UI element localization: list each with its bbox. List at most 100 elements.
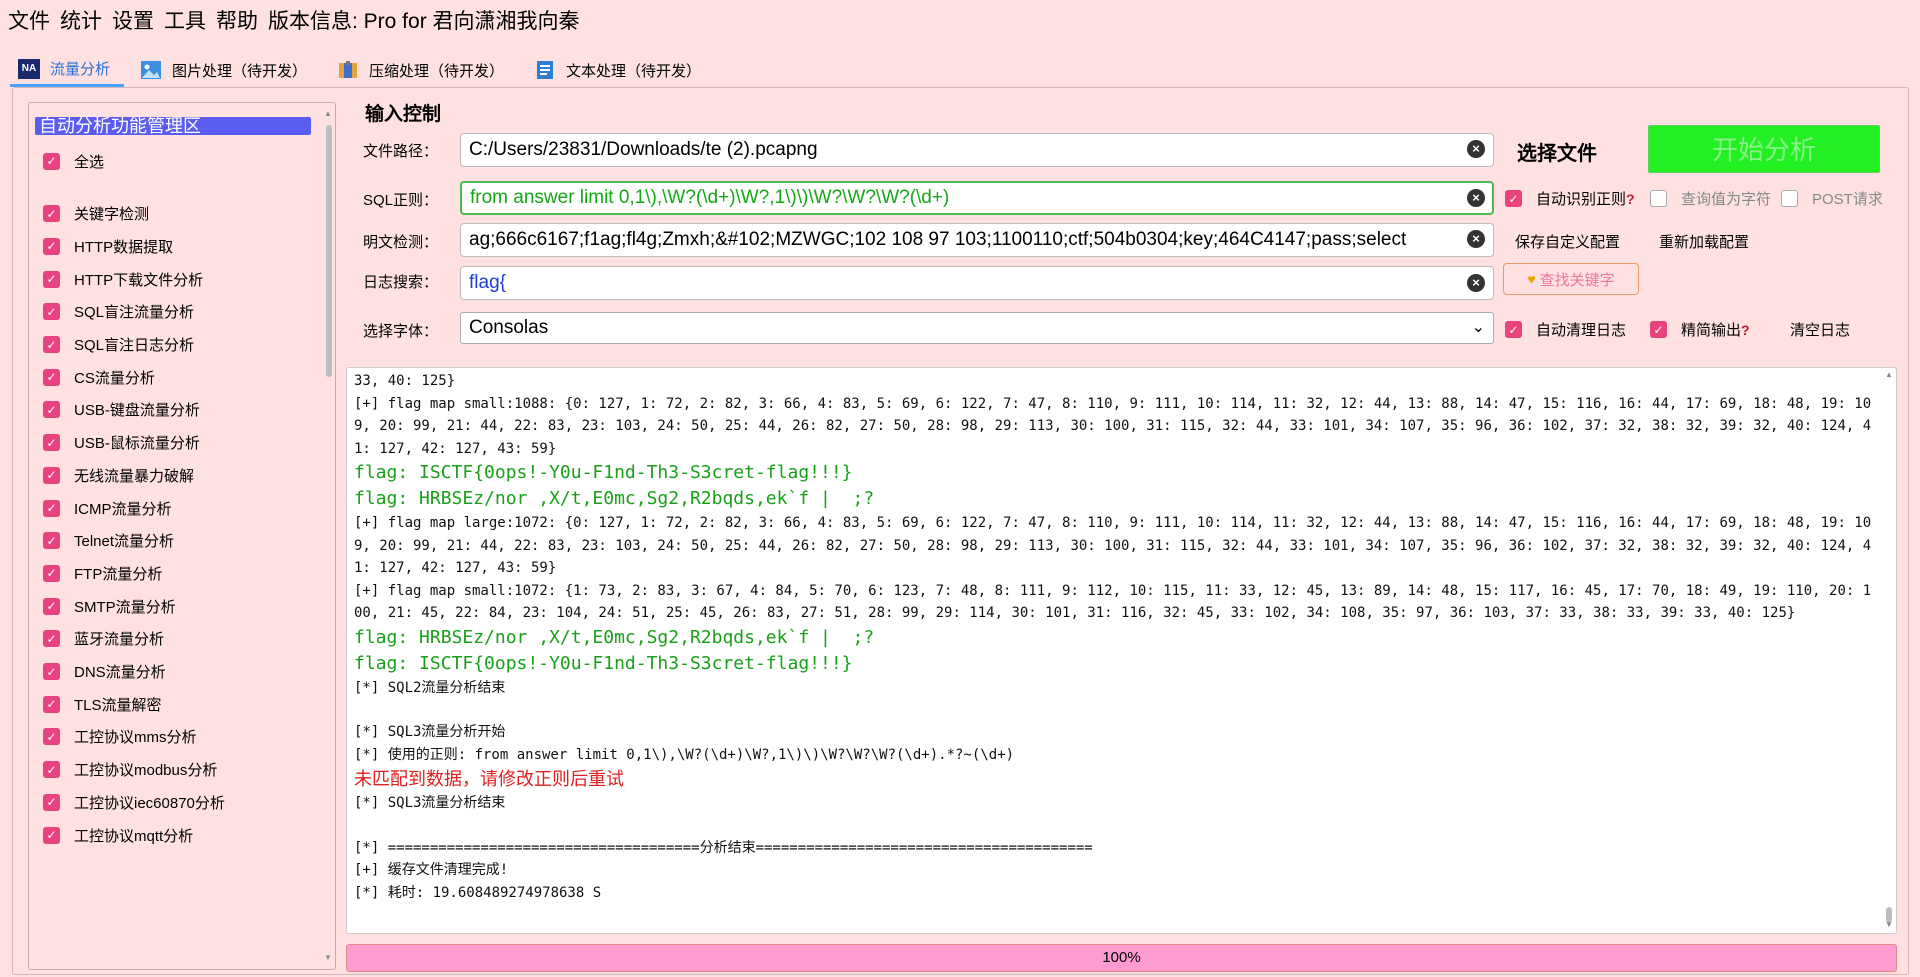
auto-clear-log-option[interactable]: ✓ 自动清理日志: [1505, 319, 1626, 340]
list-item[interactable]: ✓ HTTP数据提取: [43, 234, 173, 258]
help-icon[interactable]: ?: [1741, 322, 1750, 338]
list-item[interactable]: ✓ HTTP下载文件分析: [43, 267, 203, 291]
list-item[interactable]: ✓ FTP流量分析: [43, 561, 162, 585]
clear-plaintext-icon[interactable]: ×: [1467, 230, 1485, 248]
checkbox[interactable]: ✓: [43, 368, 60, 386]
list-item[interactable]: ✓ SMTP流量分析: [43, 594, 176, 618]
list-item[interactable]: ✓ 全选: [43, 149, 104, 173]
clear-log-search-icon[interactable]: ×: [1467, 274, 1485, 292]
find-keyword-button[interactable]: ♥ 查找关键字: [1503, 263, 1639, 295]
checkbox[interactable]: [1650, 190, 1667, 207]
log-search-input[interactable]: flag{: [460, 266, 1494, 300]
checkbox[interactable]: ✓: [1505, 321, 1522, 338]
checkbox[interactable]: ✓: [43, 401, 60, 419]
menu-stats[interactable]: 统计: [60, 5, 102, 35]
tab-compression[interactable]: 压缩处理（待开发）: [329, 53, 518, 87]
checkbox[interactable]: ✓: [43, 237, 60, 255]
checkbox[interactable]: ✓: [43, 434, 60, 452]
list-item[interactable]: ✓ CS流量分析: [43, 365, 155, 389]
checkbox[interactable]: ✓: [43, 564, 60, 582]
list-item[interactable]: ✓ 工控协议modbus分析: [43, 758, 217, 782]
left-scrollbar[interactable]: ▲ ▼: [323, 107, 333, 965]
checkbox[interactable]: [1781, 190, 1798, 207]
menu-version[interactable]: 版本信息: Pro for 君向潇湘我向秦: [268, 5, 580, 35]
menu-file[interactable]: 文件: [8, 5, 50, 35]
concise-output-label: 精简输出: [1681, 322, 1742, 339]
sql-regex-label: SQL正则：: [363, 192, 439, 209]
auto-regex-label: 自动识别正则: [1536, 191, 1627, 208]
document-icon: [537, 61, 554, 79]
left-scroll-thumb[interactable]: [326, 125, 332, 377]
checkbox[interactable]: ✓: [43, 597, 60, 615]
checkbox[interactable]: ✓: [43, 499, 60, 517]
save-config-button[interactable]: 保存自定义配置: [1515, 231, 1620, 252]
list-item[interactable]: ✓ 工控协议mqtt分析: [43, 823, 193, 847]
checkbox[interactable]: ✓: [43, 761, 60, 779]
start-analysis-button[interactable]: 开始分析: [1648, 125, 1880, 173]
list-item[interactable]: ✓ 无线流量暴力破解: [43, 463, 194, 487]
log-scrollbar[interactable]: ▲ ▼: [1884, 370, 1894, 930]
reload-config-button[interactable]: 重新加载配置: [1659, 231, 1749, 252]
list-item-label: 工控协议mqtt分析: [74, 827, 194, 845]
log-line: 33, 40: 125}: [354, 373, 456, 389]
checkbox[interactable]: ✓: [43, 532, 60, 550]
list-item-label: 全选: [74, 153, 105, 171]
file-path-input[interactable]: C:/Users/23831/Downloads/te (2).pcapng: [460, 133, 1494, 167]
scroll-down-arrow[interactable]: ▼: [1884, 920, 1894, 929]
log-line: [*] SQL3流量分析结束: [354, 795, 506, 811]
checkbox[interactable]: ✓: [1505, 190, 1522, 207]
menu-settings[interactable]: 设置: [112, 5, 154, 35]
checkbox[interactable]: ✓: [43, 152, 60, 170]
log-line: flag: HRBSEz/nor ,X/t,E0mc,Sg2,R2bqds,ek…: [354, 488, 875, 509]
list-item[interactable]: ✓ ICMP流量分析: [43, 496, 172, 520]
font-select[interactable]: Consolas ⌄: [460, 312, 1494, 344]
choose-file-button[interactable]: 选择文件: [1517, 137, 1597, 166]
tab-label: 文本处理（待开发）: [566, 62, 702, 80]
scroll-up-arrow[interactable]: ▲: [1884, 370, 1894, 379]
list-item[interactable]: ✓ DNS流量分析: [43, 660, 166, 684]
checkbox[interactable]: ✓: [43, 205, 60, 223]
checkbox[interactable]: ✓: [43, 793, 60, 811]
checkbox[interactable]: ✓: [43, 336, 60, 353]
checkbox[interactable]: ✓: [43, 630, 60, 648]
scroll-down-arrow[interactable]: ▼: [323, 953, 333, 962]
list-item[interactable]: ✓ 蓝牙流量分析: [43, 627, 164, 651]
checkbox[interactable]: ✓: [43, 695, 60, 713]
list-item[interactable]: ✓ Telnet流量分析: [43, 529, 174, 553]
checkbox[interactable]: ✓: [43, 466, 60, 484]
help-icon[interactable]: ?: [1626, 191, 1635, 207]
auto-regex-option[interactable]: ✓ 自动识别正则?: [1505, 188, 1635, 209]
clear-log-button[interactable]: 清空日志: [1790, 319, 1850, 340]
log-output[interactable]: 33, 40: 125} [+] flag map small:1088: {0:…: [346, 367, 1897, 934]
list-item[interactable]: ✓ 工控协议iec60870分析: [43, 790, 225, 814]
checkbox[interactable]: ✓: [1650, 321, 1667, 338]
checkbox[interactable]: ✓: [43, 303, 60, 321]
sql-regex-input[interactable]: from answer limit 0,1\),\W?(\d+)\W?,1\)\…: [460, 181, 1494, 215]
post-request-option[interactable]: POST请求: [1781, 188, 1883, 209]
clear-file-path-icon[interactable]: ×: [1467, 140, 1485, 158]
tab-image-processing[interactable]: 图片处理（待开发）: [132, 53, 321, 87]
list-item-label: ICMP流量分析: [74, 500, 172, 518]
plaintext-input[interactable]: ag;666c6167;f1ag;fl4g;Zmxh;&#102;MZWGC;1…: [460, 223, 1494, 257]
scroll-up-arrow[interactable]: ▲: [323, 109, 333, 118]
list-item[interactable]: ✓ 工控协议mms分析: [43, 725, 197, 749]
list-item[interactable]: ✓ SQL盲注流量分析: [43, 300, 194, 324]
list-item[interactable]: ✓ 关键字检测: [43, 202, 149, 226]
clear-sql-regex-icon[interactable]: ×: [1467, 189, 1485, 207]
menu-help[interactable]: 帮助: [216, 5, 258, 35]
concise-output-option[interactable]: ✓ 精简输出?: [1650, 319, 1750, 340]
list-item[interactable]: ✓ TLS流量解密: [43, 692, 162, 716]
query-as-string-option[interactable]: 查询值为字符: [1650, 188, 1771, 209]
list-item[interactable]: ✓ USB-键盘流量分析: [43, 398, 200, 422]
list-item[interactable]: ✓ SQL盲注日志分析: [43, 333, 194, 357]
checkbox[interactable]: ✓: [43, 826, 60, 844]
tab-traffic-analysis[interactable]: NA 流量分析: [10, 53, 125, 87]
tab-text-processing[interactable]: 文本处理（待开发）: [526, 53, 715, 87]
list-item[interactable]: ✓ USB-鼠标流量分析: [43, 431, 200, 455]
checkbox[interactable]: ✓: [43, 270, 60, 288]
menu-tools[interactable]: 工具: [164, 5, 206, 35]
function-list-header: 自动分析功能管理区: [35, 117, 311, 135]
font-label: 选择字体：: [363, 323, 439, 340]
checkbox[interactable]: ✓: [43, 728, 60, 746]
checkbox[interactable]: ✓: [43, 663, 60, 680]
